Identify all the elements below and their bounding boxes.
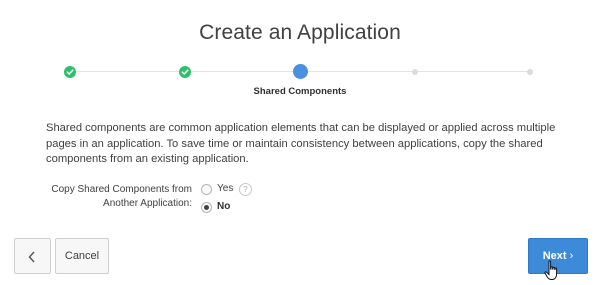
- train-step-2-complete: [173, 60, 197, 84]
- dialog-footer: Cancel Next ›: [0, 231, 600, 285]
- check-icon: [179, 66, 191, 78]
- radio-label-yes[interactable]: Yes: [217, 183, 233, 194]
- check-icon: [64, 66, 76, 78]
- cancel-button[interactable]: Cancel: [55, 238, 109, 274]
- future-step-dot: [412, 69, 418, 75]
- current-step-label: Shared Components: [253, 86, 347, 97]
- radio-button-no[interactable]: [201, 202, 212, 213]
- train-step-5-future: [518, 60, 542, 84]
- train-step-3-current: [288, 60, 312, 84]
- train-step-4-future: [403, 60, 427, 84]
- hand-pointer-cursor-icon: [544, 260, 558, 280]
- chevron-right-icon: ›: [569, 250, 574, 262]
- question-circle-icon[interactable]: ?: [239, 183, 252, 196]
- radio-button-yes[interactable]: [201, 184, 212, 195]
- create-application-dialog: Create an Application Shared Components …: [0, 0, 600, 285]
- future-step-dot: [527, 69, 533, 75]
- back-button[interactable]: [14, 238, 51, 274]
- page-title: Create an Application: [199, 21, 401, 44]
- current-step-dot: [293, 64, 308, 79]
- description-text: Shared components are common application…: [46, 122, 556, 165]
- train-step-1-complete: [58, 60, 82, 84]
- radio-label-no[interactable]: No: [217, 201, 230, 212]
- copy-shared-components-label: Copy Shared Components from Another Appl…: [51, 184, 192, 209]
- chevron-left-icon: [28, 251, 35, 263]
- radio-selected-dot: [204, 205, 209, 210]
